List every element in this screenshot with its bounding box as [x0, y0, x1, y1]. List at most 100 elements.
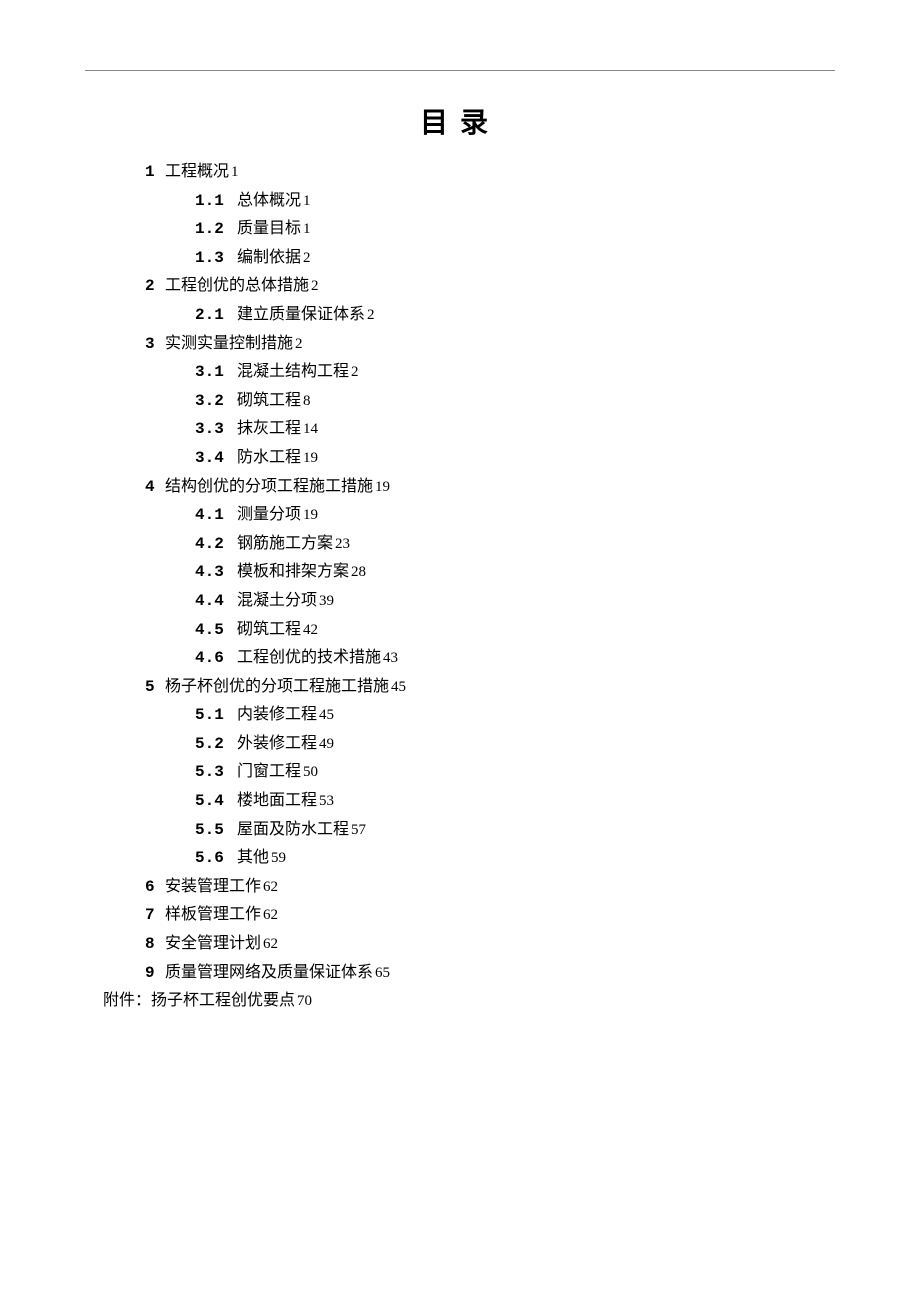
- page-title: 目录: [85, 101, 835, 141]
- toc-text: 屋面及防水工程: [237, 821, 349, 838]
- toc-entry: 3.1混凝土结构工程2: [195, 359, 835, 386]
- toc-number: 5: [145, 675, 159, 701]
- toc-number: 4.2: [195, 532, 231, 558]
- toc-page: 65: [375, 965, 390, 981]
- toc-number: 7: [145, 903, 159, 929]
- toc-page: 49: [319, 736, 334, 752]
- toc-text: 抹灰工程: [237, 420, 301, 437]
- toc-page: 43: [383, 650, 398, 666]
- toc-text: 实测实量控制措施: [165, 335, 293, 352]
- toc-page: 42: [303, 622, 318, 638]
- toc-entry: 2工程创优的总体措施2: [145, 273, 835, 300]
- toc-page: 28: [351, 564, 366, 580]
- toc-text: 内装修工程: [237, 706, 317, 723]
- toc-number: 5.1: [195, 703, 231, 729]
- toc-text: 安全管理计划: [165, 935, 261, 952]
- toc-text: 工程创优的总体措施: [165, 277, 309, 294]
- toc-number: 4.1: [195, 503, 231, 529]
- toc-text: 楼地面工程: [237, 792, 317, 809]
- top-rule: [85, 70, 835, 71]
- toc-entry: 5.3 门窗工程50: [195, 759, 835, 786]
- toc-page: 19: [375, 479, 390, 495]
- toc-number: 5.6: [195, 846, 231, 872]
- toc-entry: 7 样板管理工作62: [145, 902, 835, 929]
- toc-entry: 4.3模板和排架方案28: [195, 559, 835, 586]
- toc-page: 2: [351, 364, 359, 380]
- toc-page: 14: [303, 421, 318, 437]
- toc-page: 1: [303, 193, 311, 209]
- toc-page: 19: [303, 507, 318, 523]
- toc-page: 62: [263, 936, 278, 952]
- toc-page: 62: [263, 879, 278, 895]
- toc-text: 建立质量保证体系: [237, 306, 365, 323]
- toc-number: 3: [145, 332, 159, 358]
- toc-number: 2: [145, 274, 159, 300]
- appendix-page: 70: [297, 993, 312, 1009]
- table-of-contents: 1工程概况11.1总体概况11.2质量目标11.3编制依据22工程创优的总体措施…: [85, 159, 835, 1014]
- toc-number: 6: [145, 875, 159, 901]
- toc-text: 工程创优的技术措施: [237, 649, 381, 666]
- toc-entry: 5.1 内装修工程45: [195, 702, 835, 729]
- toc-text: 质量管理网络及质量保证体系: [165, 964, 373, 981]
- toc-page: 8: [303, 393, 311, 409]
- toc-page: 2: [295, 336, 303, 352]
- toc-page: 23: [335, 536, 350, 552]
- toc-entry: 3.3抹灰工程14: [195, 416, 835, 443]
- toc-text: 结构创优的分项工程施工措施: [165, 478, 373, 495]
- toc-entry: 4.2 钢筋施工方案23: [195, 531, 835, 558]
- toc-page: 1: [231, 164, 239, 180]
- toc-entry: 4.1 测量分项19: [195, 502, 835, 529]
- toc-text: 砌筑工程: [237, 621, 301, 638]
- toc-page: 2: [303, 250, 311, 266]
- appendix-text: 扬子杯工程创优要点: [151, 992, 295, 1009]
- toc-number: 5.2: [195, 732, 231, 758]
- toc-text: 其他: [237, 849, 269, 866]
- toc-text: 外装修工程: [237, 735, 317, 752]
- toc-text: 工程概况: [165, 163, 229, 180]
- toc-entry: 5 杨子杯创优的分项工程施工措施45: [145, 674, 835, 701]
- toc-page: 45: [319, 707, 334, 723]
- toc-text: 模板和排架方案: [237, 563, 349, 580]
- toc-entry: 1工程概况1: [145, 159, 835, 186]
- toc-number: 1.3: [195, 246, 231, 272]
- toc-text: 防水工程: [237, 449, 301, 466]
- toc-page: 53: [319, 793, 334, 809]
- toc-entry: 1.3 编制依据2: [195, 245, 835, 272]
- toc-page: 19: [303, 450, 318, 466]
- toc-number: 4: [145, 475, 159, 501]
- toc-page: 2: [367, 307, 375, 323]
- toc-number: 4.5: [195, 618, 231, 644]
- toc-page: 62: [263, 907, 278, 923]
- toc-text: 测量分项: [237, 506, 301, 523]
- toc-entry: 4 结构创优的分项工程施工措施19: [145, 474, 835, 501]
- toc-entry: 4.4混凝土分项39: [195, 588, 835, 615]
- toc-entry: 5.4 楼地面工程53: [195, 788, 835, 815]
- toc-text: 杨子杯创优的分项工程施工措施: [165, 678, 389, 695]
- toc-number: 5.4: [195, 789, 231, 815]
- toc-number: 2.1: [195, 303, 231, 329]
- toc-page: 39: [319, 593, 334, 609]
- toc-appendix-entry: 附件：扬子杯工程创优要点70: [103, 988, 835, 1014]
- toc-entry: 1.2质量目标1: [195, 216, 835, 243]
- toc-text: 钢筋施工方案: [237, 535, 333, 552]
- toc-entry: 3.2砌筑工程8: [195, 388, 835, 415]
- toc-number: 3.2: [195, 389, 231, 415]
- toc-number: 1.2: [195, 217, 231, 243]
- toc-number: 1: [145, 160, 159, 186]
- toc-page: 2: [311, 278, 319, 294]
- toc-entry: 5.6 其他59: [195, 845, 835, 872]
- toc-number: 1.1: [195, 189, 231, 215]
- toc-text: 样板管理工作: [165, 906, 261, 923]
- toc-page: 45: [391, 679, 406, 695]
- toc-entry: 5.5屋面及防水工程57: [195, 817, 835, 844]
- toc-text: 编制依据: [237, 249, 301, 266]
- toc-entry: 3 实测实量控制措施2: [145, 331, 835, 358]
- toc-number: 5.5: [195, 818, 231, 844]
- toc-text: 混凝土结构工程: [237, 363, 349, 380]
- toc-page: 1: [303, 221, 311, 237]
- toc-number: 5.3: [195, 760, 231, 786]
- toc-page: 59: [271, 850, 286, 866]
- toc-text: 门窗工程: [237, 763, 301, 780]
- toc-page: 50: [303, 764, 318, 780]
- toc-text: 总体概况: [237, 192, 301, 209]
